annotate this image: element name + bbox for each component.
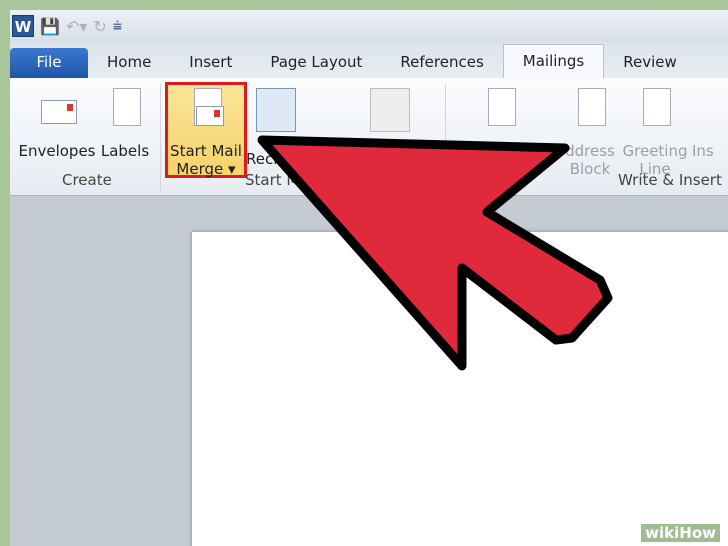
arrow-shape bbox=[257, 135, 613, 371]
pointer-arrow bbox=[257, 135, 613, 371]
watermark: wikiHow bbox=[641, 524, 720, 542]
